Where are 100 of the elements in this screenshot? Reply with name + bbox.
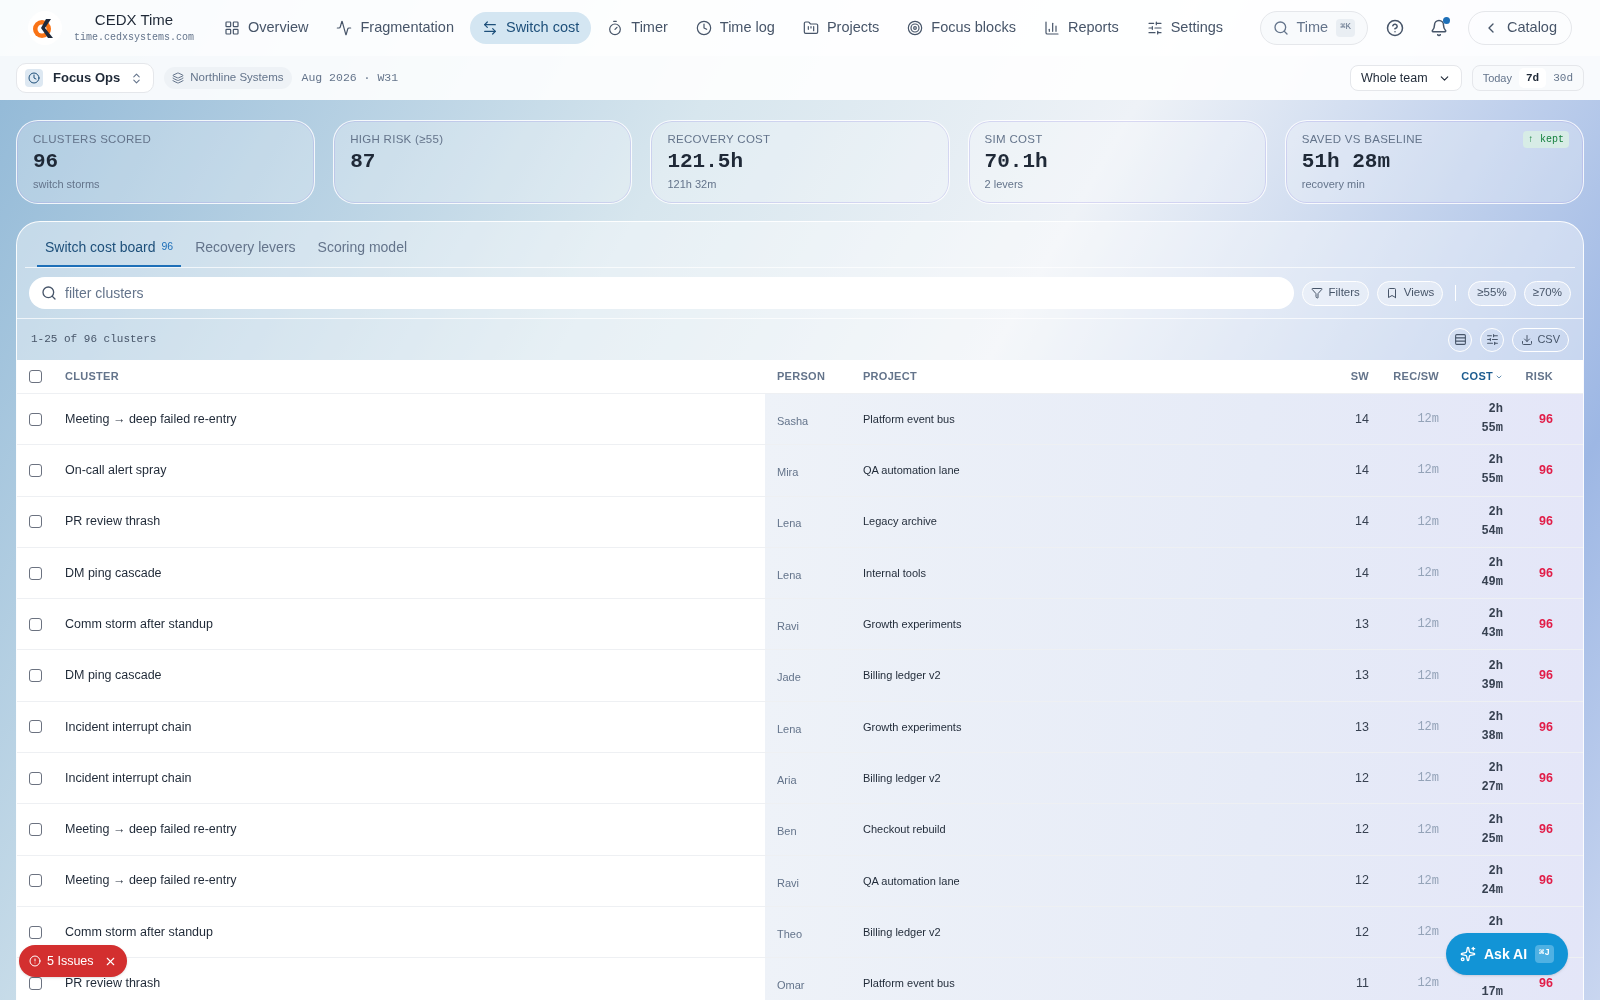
search-button[interactable]: Time ⌘K	[1259, 11, 1368, 45]
board-tab[interactable]: Switch cost board 96	[37, 229, 182, 267]
range-tab[interactable]: 30d	[1546, 68, 1580, 88]
swap-arrows-icon	[481, 20, 498, 36]
checkbox[interactable]	[28, 874, 42, 888]
table-cell-text: Growth experiments	[863, 719, 962, 735]
table-cell-text: Internal tools	[863, 565, 926, 581]
bookmark-icon	[1385, 287, 1398, 299]
checkbox[interactable]	[28, 370, 42, 383]
nav-tab[interactable]: Reports	[1031, 12, 1131, 44]
stat-value: 87	[350, 149, 377, 176]
column-header[interactable]: COST	[1439, 368, 1503, 385]
table-cell-text: 2h	[1488, 555, 1503, 573]
table-cell-text: 55m	[1481, 471, 1503, 489]
table-cell-text: 43m	[1481, 625, 1503, 643]
table-cell-text: Mira	[777, 465, 799, 481]
table-cell-text: 12m	[1417, 821, 1439, 839]
risk-score: 96	[1539, 462, 1553, 480]
board-tab[interactable]: Scoring model	[309, 229, 416, 267]
table-cell-text: 2h	[1488, 708, 1503, 726]
threshold-chip[interactable]: ≥55%	[1468, 280, 1516, 306]
column-header[interactable]: CLUSTER	[53, 368, 765, 385]
stat-note: 2 levers	[984, 177, 1025, 193]
column-header[interactable]: PERSON	[765, 368, 851, 385]
table-cell-text: 12	[1355, 821, 1369, 839]
column-header[interactable]: RISK	[1503, 368, 1553, 385]
checkbox[interactable]	[28, 412, 42, 426]
nav-tab[interactable]: Settings	[1134, 12, 1236, 44]
nav-tab[interactable]: Projects	[790, 12, 892, 44]
nav-tab[interactable]: Time log	[683, 12, 787, 44]
checkbox[interactable]	[28, 771, 42, 785]
bar-chart-icon	[1043, 20, 1060, 36]
filter-button[interactable]: Views	[1376, 280, 1444, 306]
clock-icon	[695, 20, 712, 36]
table-cell-text: 38m	[1481, 727, 1503, 745]
nav-tab[interactable]: Focus blocks	[895, 12, 1028, 44]
table-cell-text: 25m	[1481, 830, 1503, 848]
checkbox[interactable]	[28, 669, 42, 683]
folder-icon	[802, 20, 819, 36]
table-cell-text: 17m	[1481, 984, 1503, 1000]
table-cell-text: Billing ledger v2	[863, 924, 941, 940]
pulse-icon	[336, 20, 353, 36]
column-header[interactable]: PROJECT	[851, 368, 1311, 385]
table-cell-text: 54m	[1481, 522, 1503, 540]
table-cell-text: 12m	[1417, 411, 1439, 429]
table-cell-text: PR review thrash	[65, 513, 161, 531]
table-cell-text: 12m	[1417, 770, 1439, 788]
checkbox[interactable]	[28, 617, 42, 631]
table-cell-text: 2h	[1488, 862, 1503, 880]
table-cell-text: On-call alert spray	[65, 462, 167, 480]
table-cell-text: 12m	[1417, 667, 1439, 685]
period-label: Aug 2026 · W31	[301, 70, 399, 87]
nav-tab[interactable]: Timer	[595, 12, 680, 44]
checkbox[interactable]	[28, 515, 42, 529]
column-header[interactable]: SW	[1311, 368, 1369, 385]
checkbox[interactable]	[28, 925, 42, 939]
stat-note: 121h 32m	[667, 177, 718, 193]
filter-button[interactable]: Filters	[1301, 280, 1369, 306]
stat-value: 70.1h	[984, 149, 1049, 176]
scope-select[interactable]: Whole team	[1349, 65, 1462, 91]
table-cell-text: 49m	[1481, 574, 1503, 592]
filter-field[interactable]: filter clusters	[29, 277, 1294, 309]
checkbox[interactable]	[28, 823, 42, 836]
table-cell-text: Checkout rebuild	[863, 822, 946, 838]
checkbox[interactable]	[28, 463, 42, 477]
nav-tab[interactable]: Fragmentation	[324, 12, 466, 44]
table-cell-text: Incident interrupt chain	[65, 718, 192, 736]
checkbox[interactable]	[28, 566, 42, 580]
workspace-switcher[interactable]: Focus Ops	[16, 63, 155, 93]
table-cell-text: 12m	[1417, 975, 1439, 993]
range-text: 1-25 of 96 clusters	[31, 332, 157, 348]
brand-name: CEDX Time	[93, 11, 175, 30]
stat-note: recovery min	[1301, 177, 1366, 193]
clock-icon	[28, 72, 40, 84]
nav-tab[interactable]: Overview	[212, 12, 321, 44]
checkbox[interactable]	[28, 720, 42, 734]
range-tab[interactable]: Today	[1475, 68, 1519, 88]
help-icon[interactable]	[1386, 19, 1404, 37]
stat-note: switch storms	[33, 177, 101, 193]
stat-label: SIM COST	[984, 132, 1043, 147]
nav-tab[interactable]: Switch cost	[469, 12, 592, 44]
table-cell-text: Aria	[777, 772, 797, 788]
table-cell-text: PR review thrash	[65, 975, 161, 993]
table-cell-text: 14	[1355, 462, 1369, 480]
checkbox[interactable]	[28, 976, 42, 990]
table-cell-text: 12m	[1417, 924, 1439, 942]
table-cell-text: Platform event bus	[863, 411, 955, 427]
bell-icon[interactable]	[1430, 19, 1448, 37]
column-header[interactable]: REC/SW	[1369, 368, 1439, 385]
table-cell-text: Ben	[777, 824, 797, 840]
range-tab[interactable]: 7d	[1519, 68, 1547, 88]
stat-label: HIGH RISK (≥55)	[350, 132, 444, 147]
risk-score: 96	[1539, 872, 1553, 890]
table-cell-text: Jade	[777, 670, 801, 686]
threshold-chip[interactable]: ≥70%	[1523, 280, 1571, 306]
status-badge: ↑ kept	[1523, 131, 1569, 148]
risk-score: 96	[1539, 975, 1553, 993]
table-cell-text: 39m	[1481, 676, 1503, 694]
board-tab[interactable]: Recovery levers	[187, 229, 304, 267]
issues-badge[interactable]: 5 Issues	[19, 945, 127, 977]
